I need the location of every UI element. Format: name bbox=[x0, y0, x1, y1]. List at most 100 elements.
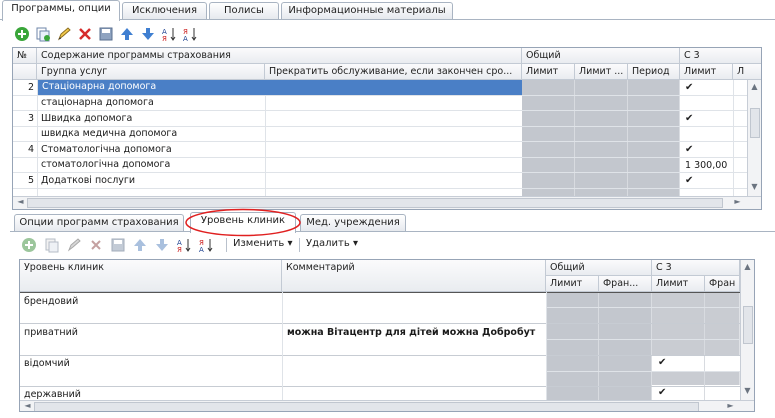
sort-ascending-icon[interactable]: AЯ bbox=[161, 26, 177, 42]
scroll-thumb[interactable] bbox=[750, 108, 760, 138]
program-options-table[interactable]: № Содержание программы страхования Общий… bbox=[12, 47, 762, 210]
change-menu-button[interactable]: Изменить ▾ bbox=[233, 238, 292, 249]
row-number: 5 bbox=[27, 175, 34, 186]
row-number: 2 bbox=[27, 82, 34, 93]
service-group-cell[interactable]: швидка медична допомога bbox=[37, 127, 265, 141]
table-row-selected[interactable]: Стаціонарна допомога bbox=[38, 80, 522, 95]
col-header-limit[interactable]: Лимит bbox=[546, 276, 599, 292]
svg-text:A: A bbox=[199, 246, 204, 253]
top-horizontal-scrollbar[interactable]: ◄ ► bbox=[13, 196, 761, 209]
col-header-service-group[interactable]: Группа услуг bbox=[37, 64, 265, 80]
scroll-thumb[interactable] bbox=[27, 198, 723, 208]
sort-descending-icon[interactable]: ЯA bbox=[198, 237, 214, 253]
move-down-icon[interactable] bbox=[140, 26, 156, 42]
table-row[interactable]: приватний bbox=[20, 326, 282, 340]
col-header-program-content[interactable]: Содержание программы страхования bbox=[37, 48, 522, 64]
general-disabled-cells bbox=[522, 80, 680, 196]
move-up-icon[interactable] bbox=[119, 26, 135, 42]
tab-programs-options[interactable]: Программы, опции bbox=[2, 0, 120, 21]
check-mark: ✔ bbox=[685, 144, 694, 155]
scroll-down-arrow-icon[interactable]: ▼ bbox=[748, 182, 761, 191]
tab-policies[interactable]: Полисы bbox=[209, 2, 279, 19]
service-group-cell[interactable]: стаціонарна допомога bbox=[37, 96, 265, 110]
col-header-number[interactable]: № bbox=[13, 48, 37, 64]
row-number: 3 bbox=[27, 113, 34, 124]
tab-insurance-program-options[interactable]: Опции программ страхования bbox=[14, 214, 184, 231]
delete-icon[interactable] bbox=[77, 26, 93, 42]
top-vertical-scrollbar[interactable]: ▲ ▼ bbox=[747, 80, 761, 196]
scroll-thumb[interactable] bbox=[743, 306, 753, 344]
sort-ascending-icon[interactable]: AЯ bbox=[176, 237, 192, 253]
col-header-c3-limit[interactable]: Лимит bbox=[652, 276, 705, 292]
table-row[interactable]: Стоматологічна допомога bbox=[37, 143, 265, 157]
scroll-left-arrow-icon[interactable]: ◄ bbox=[14, 197, 27, 206]
bottom-toolbar: AЯ ЯA Изменить ▾ Удалить ▾ bbox=[0, 234, 775, 256]
col-header-c3-franchise[interactable]: Фран bbox=[705, 276, 740, 292]
scroll-down-arrow-icon[interactable]: ▼ bbox=[741, 386, 754, 395]
scroll-up-arrow-icon[interactable]: ▲ bbox=[741, 262, 754, 271]
service-group-cell[interactable]: стоматологічна допомога bbox=[37, 158, 265, 172]
tab-info-materials[interactable]: Информационные материалы bbox=[281, 2, 453, 19]
bottom-tab-bar: Опции программ страхования Уровень клини… bbox=[0, 212, 775, 233]
add-icon[interactable] bbox=[21, 237, 37, 253]
bottom-panel-divider bbox=[10, 231, 775, 232]
check-mark: ✔ bbox=[685, 113, 694, 124]
col-header-general[interactable]: Общий bbox=[522, 48, 680, 64]
copy-icon[interactable] bbox=[44, 237, 60, 253]
sort-descending-icon[interactable]: ЯA bbox=[182, 26, 198, 42]
delete-icon[interactable] bbox=[88, 237, 104, 253]
edit-icon[interactable] bbox=[56, 26, 72, 42]
check-mark: ✔ bbox=[685, 175, 694, 186]
bottom-vertical-scrollbar[interactable]: ▲ ▼ bbox=[740, 260, 754, 400]
general-disabled-cells bbox=[546, 292, 652, 400]
col-header-limit[interactable]: Лимит bbox=[522, 64, 575, 80]
edit-icon[interactable] bbox=[66, 237, 82, 253]
copy-icon[interactable] bbox=[35, 26, 51, 42]
tab-exclusions[interactable]: Исключения bbox=[122, 2, 207, 19]
save-icon[interactable] bbox=[98, 26, 114, 42]
add-icon[interactable] bbox=[14, 26, 30, 42]
chevron-down-icon: ▾ bbox=[287, 238, 293, 249]
move-up-icon[interactable] bbox=[132, 237, 148, 253]
top-tab-bar: Программы, опции Исключения Полисы Инфор… bbox=[0, 0, 775, 21]
check-mark: ✔ bbox=[658, 357, 667, 368]
bottom-horizontal-scrollbar[interactable]: ◄ ► bbox=[20, 400, 754, 411]
chevron-down-icon: ▾ bbox=[352, 238, 358, 249]
row-number: 4 bbox=[27, 144, 34, 155]
table-row[interactable]: Швидка допомога bbox=[37, 112, 265, 126]
col-header-c3[interactable]: С 3 bbox=[652, 260, 740, 276]
check-mark: ✔ bbox=[685, 82, 694, 93]
delete-menu-button[interactable]: Удалить ▾ bbox=[306, 238, 358, 249]
scroll-right-arrow-icon[interactable]: ► bbox=[724, 401, 737, 410]
save-icon[interactable] bbox=[110, 237, 126, 253]
svg-text:Я: Я bbox=[162, 35, 167, 42]
top-toolbar: AЯ ЯA bbox=[0, 23, 775, 45]
check-mark: ✔ bbox=[658, 387, 667, 398]
table-row[interactable]: брендовий bbox=[20, 295, 282, 309]
scroll-left-arrow-icon[interactable]: ◄ bbox=[21, 401, 34, 410]
comment-cell[interactable]: можна Вітацентр для дітей можна Добробут bbox=[283, 326, 545, 340]
tab-medical-institutions[interactable]: Мед. учреждения bbox=[300, 214, 406, 231]
clinic-level-table[interactable]: Уровень клиник Комментарий Общий С 3 Лим… bbox=[19, 259, 755, 412]
svg-text:A: A bbox=[183, 35, 188, 42]
c3-limit-value[interactable]: 1 300,00 bbox=[681, 159, 733, 173]
col-header-franchise[interactable]: Фран... bbox=[599, 276, 652, 292]
col-header-number-blank bbox=[13, 64, 37, 80]
scroll-thumb[interactable] bbox=[34, 402, 699, 411]
move-down-icon[interactable] bbox=[154, 237, 170, 253]
table-row[interactable]: відомчий bbox=[20, 357, 282, 371]
col-header-stop-service[interactable]: Прекратить обслуживание, если закончен с… bbox=[265, 64, 522, 80]
col-header-c3[interactable]: С 3 bbox=[680, 48, 761, 64]
col-header-comment[interactable]: Комментарий bbox=[282, 260, 546, 292]
col-header-general[interactable]: Общий bbox=[546, 260, 652, 276]
col-header-limit2[interactable]: Лимит ... bbox=[575, 64, 628, 80]
col-header-period[interactable]: Период bbox=[628, 64, 680, 80]
col-header-c3-limit[interactable]: Лимит bbox=[680, 64, 733, 80]
table-row[interactable]: Додаткові послуги bbox=[37, 174, 265, 188]
col-header-c3-more[interactable]: Л bbox=[733, 64, 761, 80]
scroll-up-arrow-icon[interactable]: ▲ bbox=[748, 82, 761, 91]
scroll-right-arrow-icon[interactable]: ► bbox=[731, 197, 744, 206]
col-header-clinic-level[interactable]: Уровень клиник bbox=[20, 260, 282, 292]
tab-clinic-level[interactable]: Уровень клиник bbox=[190, 212, 296, 233]
svg-text:Я: Я bbox=[177, 246, 182, 253]
